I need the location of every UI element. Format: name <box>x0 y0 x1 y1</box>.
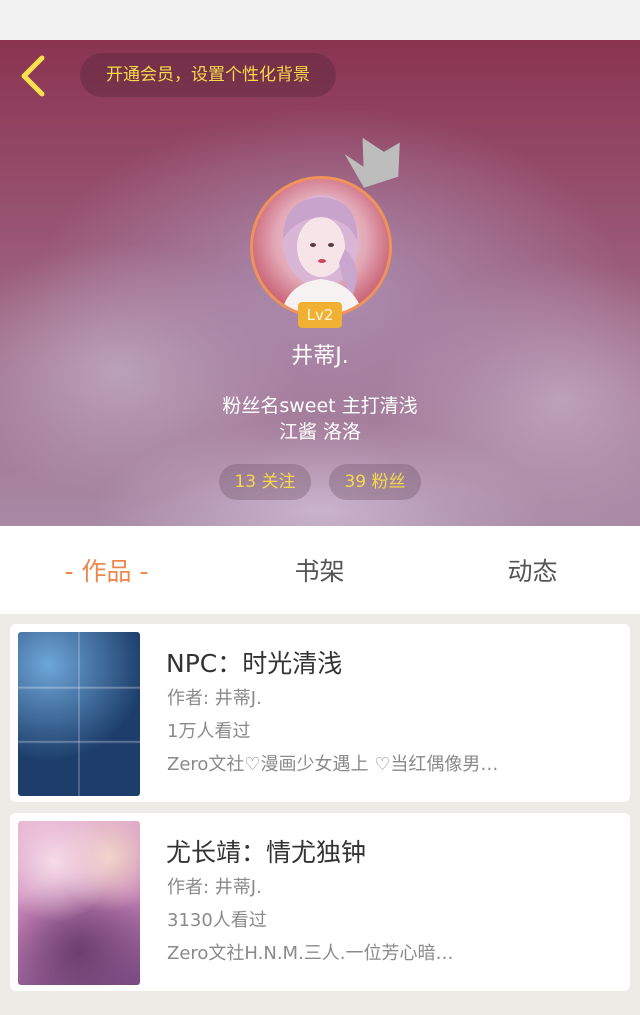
work-title: 尤长靖：情尤独钟 <box>166 838 367 867</box>
work-card[interactable]: NPC：时光清浅 作者: 井蒂J. 1万人看过 Zero文社♡漫画少女遇上 ♡当… <box>10 624 630 802</box>
fans-count-button[interactable]: 39 粉丝 <box>329 464 421 500</box>
status-bar <box>0 0 640 40</box>
chevron-left-icon <box>21 55 45 97</box>
work-description: Zero文社H.N.M.三人.一位芳心暗… <box>167 943 454 964</box>
level-badge: Lv2 <box>298 302 342 328</box>
username: 井蒂J. <box>291 344 349 369</box>
work-card[interactable]: 尤长靖：情尤独钟 作者: 井蒂J. 3130人看过 Zero文社H.N.M.三人… <box>10 813 630 991</box>
work-description: Zero文社♡漫画少女遇上 ♡当红偶像男… <box>167 754 499 775</box>
work-author: 作者: 井蒂J. <box>167 688 262 709</box>
tab-bar: - 作品 - 书架 动态 <box>0 526 640 614</box>
work-cover-image <box>18 821 140 985</box>
work-title: NPC：时光清浅 <box>166 649 343 678</box>
bio-line-1: 粉丝名sweet 主打清浅 <box>222 395 418 417</box>
bio-line-2: 江酱 洛洛 <box>278 421 362 443</box>
avatar[interactable] <box>250 176 392 318</box>
avatar-image <box>281 195 363 315</box>
work-author: 作者: 井蒂J. <box>167 877 262 898</box>
vip-background-button[interactable]: 开通会员，设置个性化背景 <box>80 53 336 97</box>
back-button[interactable] <box>18 54 50 98</box>
work-views: 3130人看过 <box>167 910 267 931</box>
following-count-button[interactable]: 13 关注 <box>219 464 311 500</box>
work-cover-image <box>18 632 140 796</box>
tab-works[interactable]: - 作品 - <box>0 526 213 614</box>
tab-bookshelf[interactable]: 书架 <box>213 526 426 614</box>
tab-feed[interactable]: 动态 <box>426 526 639 614</box>
work-views: 1万人看过 <box>167 721 251 742</box>
